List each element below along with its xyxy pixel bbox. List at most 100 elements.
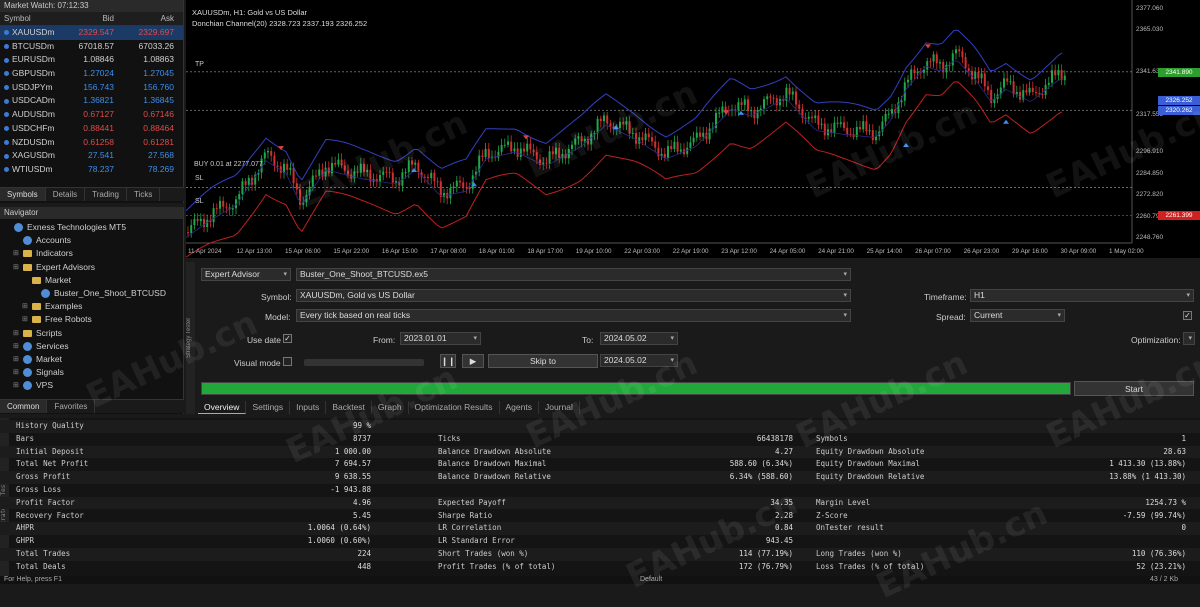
- candle-body: [1031, 87, 1034, 92]
- expand-icon[interactable]: ⊞: [13, 379, 19, 392]
- navigator-title: Navigator: [0, 207, 183, 219]
- result-value: 0: [1181, 523, 1186, 533]
- market-watch-row[interactable]: AUDUSDm 0.67127 0.67146: [0, 108, 183, 122]
- navigator-item[interactable]: ⊞ Market: [0, 353, 183, 366]
- tester-tab-journal[interactable]: Journal: [539, 401, 580, 414]
- candle-body: [750, 110, 753, 112]
- services-icon: [23, 341, 32, 351]
- ask-cell: 1.27045: [143, 68, 174, 79]
- tab-favorites[interactable]: Favorites: [47, 400, 96, 413]
- sl-label-1: SL: [195, 175, 204, 182]
- tester-tab-agents[interactable]: Agents: [500, 401, 539, 414]
- expand-icon[interactable]: ⊞: [13, 247, 19, 260]
- expert-file-select[interactable]: Buster_One_Shoot_BTCUSD.ex5 ▾: [296, 268, 851, 281]
- expand-icon[interactable]: ⊞: [13, 261, 19, 274]
- candle-body: [231, 208, 234, 210]
- bid-column-header[interactable]: Bid: [64, 12, 114, 25]
- market-watch-row[interactable]: GBPUSDm 1.27024 1.27045: [0, 67, 183, 81]
- candle-body: [295, 183, 298, 190]
- navigator-item[interactable]: ⊞ Free Robots: [0, 313, 183, 326]
- candle-body: [907, 79, 909, 83]
- market-watch-row[interactable]: NZDUSDm 0.61258 0.61281: [0, 136, 183, 150]
- tester-tab-overview[interactable]: Overview: [198, 401, 247, 414]
- tab-details[interactable]: Details: [46, 188, 86, 201]
- tab-trading[interactable]: Trading: [85, 188, 127, 201]
- time-tick-label: 18 Apr 01:00: [478, 248, 515, 255]
- tab-symbols[interactable]: Symbols: [0, 188, 46, 201]
- market-watch-row[interactable]: USDJPYm 156.743 156.760: [0, 81, 183, 95]
- start-button[interactable]: Start: [1074, 381, 1194, 396]
- candle-body: [510, 141, 513, 152]
- market-watch-row[interactable]: XAGUSDm 27.541 27.568: [0, 149, 183, 163]
- play-button[interactable]: ▶: [462, 354, 484, 368]
- expand-icon[interactable]: ⊞: [13, 366, 19, 379]
- tester-tab-backtest[interactable]: Backtest: [326, 401, 372, 414]
- time-tick-label: 17 Apr 08:00: [430, 248, 467, 255]
- tester-tab-optimization-results[interactable]: Optimization Results: [409, 401, 500, 414]
- navigator-item[interactable]: ⊞ Signals: [0, 366, 183, 379]
- navigator-item[interactable]: Market: [0, 274, 183, 287]
- navigator-item[interactable]: ⊞ Examples: [0, 300, 183, 313]
- visual-mode-checkbox[interactable]: [283, 357, 292, 366]
- expand-icon[interactable]: ⊞: [22, 313, 28, 326]
- expand-icon[interactable]: ⊞: [13, 340, 19, 353]
- market-watch-row[interactable]: BTCUSDm 67018.57 67033.26: [0, 40, 183, 54]
- tester-side-tab[interactable]: Strategy Tester: [186, 262, 195, 414]
- symbol-cell: NZDUSDm: [0, 136, 64, 150]
- candle-body: [267, 151, 269, 153]
- visual-speed-slider[interactable]: [304, 359, 424, 366]
- market-watch-row[interactable]: USDCADm 1.36821 1.36845: [0, 94, 183, 108]
- expand-icon[interactable]: ⊞: [22, 300, 28, 313]
- spread-checkbox[interactable]: ✓: [1183, 311, 1192, 320]
- candle-body: [484, 148, 487, 158]
- chart-canvas[interactable]: [185, 0, 1200, 258]
- candle-body: [507, 141, 509, 145]
- navigator-item[interactable]: Accounts: [0, 234, 183, 247]
- tester-tab-inputs[interactable]: Inputs: [290, 401, 327, 414]
- symbol-select[interactable]: XAUUSDm, Gold vs US Dollar ▾: [296, 289, 851, 302]
- skip-to-button[interactable]: Skip to: [488, 354, 598, 368]
- from-date-input[interactable]: 2023.01.01 ▾: [400, 332, 481, 345]
- spread-select[interactable]: Current ▾: [970, 309, 1065, 322]
- navigator-item[interactable]: ⊞ Expert Advisors: [0, 261, 183, 274]
- tab-ticks[interactable]: Ticks: [127, 188, 161, 201]
- use-date-checkbox[interactable]: ✓: [283, 334, 292, 343]
- tab-common[interactable]: Common: [0, 400, 48, 413]
- navigator-item[interactable]: ⊞ Indicators: [0, 247, 183, 260]
- timeframe-select[interactable]: H1 ▾: [970, 289, 1194, 302]
- price-tick-label: 2284.850: [1136, 169, 1164, 177]
- to-date-input[interactable]: 2024.05.02 ▾: [600, 332, 678, 345]
- market-watch-row[interactable]: USDCHFm 0.88441 0.88464: [0, 122, 183, 136]
- candle-body: [452, 186, 455, 189]
- navigator-item[interactable]: ⊞ VPS: [0, 379, 183, 392]
- price-chart[interactable]: XAUUSDm, H1: Gold vs US Dollar Donchian …: [185, 0, 1200, 258]
- candle-body: [449, 188, 452, 199]
- model-value: Every tick based on real ticks: [300, 310, 411, 320]
- navigator-item[interactable]: ⊞ Services: [0, 340, 183, 353]
- symbol-column-header[interactable]: Symbol: [0, 12, 64, 25]
- market-watch-row[interactable]: XAUUSDm 2329.547 2329.697: [0, 26, 183, 40]
- signals-icon: [23, 368, 32, 378]
- model-select[interactable]: Every tick based on real ticks ▾: [296, 309, 851, 322]
- expand-icon[interactable]: ⊞: [13, 353, 19, 366]
- skip-to-date-input[interactable]: 2024.05.02 ▾: [600, 354, 678, 367]
- candle-body: [961, 51, 964, 58]
- navigator-item[interactable]: Exness Technologies MT5: [0, 221, 183, 234]
- tester-type-select[interactable]: Expert Advisor ▾: [201, 268, 291, 281]
- market-watch-row[interactable]: WTIUSDm 78.237 78.269: [0, 163, 183, 177]
- navigator-item-label: Market: [36, 353, 62, 364]
- navigator-item[interactable]: Buster_One_Shoot_BTCUSD: [0, 287, 183, 300]
- ask-column-header[interactable]: Ask: [114, 12, 178, 25]
- expand-icon[interactable]: ⊞: [13, 327, 19, 340]
- pause-button[interactable]: ❙❙: [440, 354, 456, 368]
- market-watch-row[interactable]: EURUSDm 1.08846 1.08863: [0, 53, 183, 67]
- candle-body: [276, 165, 279, 167]
- candle-body: [910, 69, 913, 80]
- navigator-item[interactable]: ⊞ Scripts: [0, 327, 183, 340]
- tester-tab-settings[interactable]: Settings: [246, 401, 291, 414]
- candle-body: [951, 53, 954, 66]
- navigator-item-label: Scripts: [36, 327, 62, 338]
- tester-tab-graph[interactable]: Graph: [372, 401, 409, 414]
- symbol-status-icon: [4, 85, 9, 91]
- optimization-select[interactable]: ▾: [1183, 332, 1195, 345]
